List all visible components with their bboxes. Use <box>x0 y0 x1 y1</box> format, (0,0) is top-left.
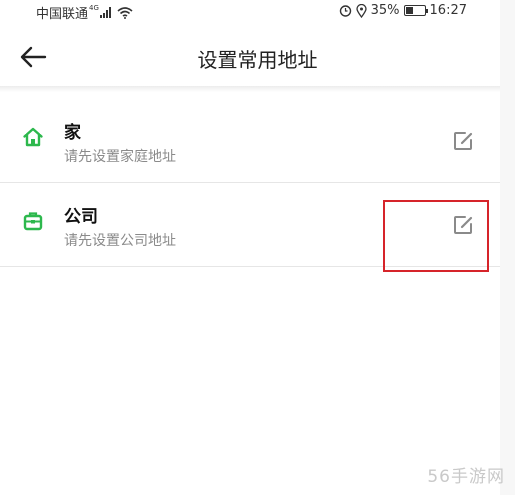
battery-percent: 35% <box>370 3 400 18</box>
divider <box>0 182 500 183</box>
address-row-home[interactable]: 家 请先设置家庭地址 <box>0 100 500 184</box>
header-shadow <box>0 86 500 92</box>
address-hint-home: 请先设置家庭地址 <box>64 149 176 165</box>
home-icon <box>23 127 43 147</box>
address-hint-company: 请先设置公司地址 <box>64 233 176 249</box>
battery-icon <box>403 5 428 16</box>
status-left: 中国联通 4G <box>36 3 133 22</box>
navigation-bar: 设置常用地址 <box>0 30 515 86</box>
address-name-company: 公司 <box>64 207 98 227</box>
highlight-annotation-box <box>383 200 489 272</box>
edit-home-button[interactable] <box>452 130 474 152</box>
screen-edge <box>500 0 515 495</box>
network-type: 4G <box>89 3 99 12</box>
signal-icon <box>99 7 111 18</box>
address-name-home: 家 <box>64 123 81 143</box>
status-right: 35% 16:27 <box>339 3 467 18</box>
status-bar: 中国联通 4G 35% 16:27 <box>0 0 515 22</box>
alarm-icon <box>339 5 351 17</box>
location-icon <box>355 3 367 18</box>
wifi-icon <box>117 6 133 19</box>
watermark: 56手游网 <box>427 467 505 487</box>
briefcase-icon <box>23 212 43 231</box>
clock: 16:27 <box>429 3 467 18</box>
page-title: 设置常用地址 <box>197 48 318 72</box>
edit-icon <box>454 132 473 150</box>
carrier-label: 中国联通 <box>36 7 89 22</box>
